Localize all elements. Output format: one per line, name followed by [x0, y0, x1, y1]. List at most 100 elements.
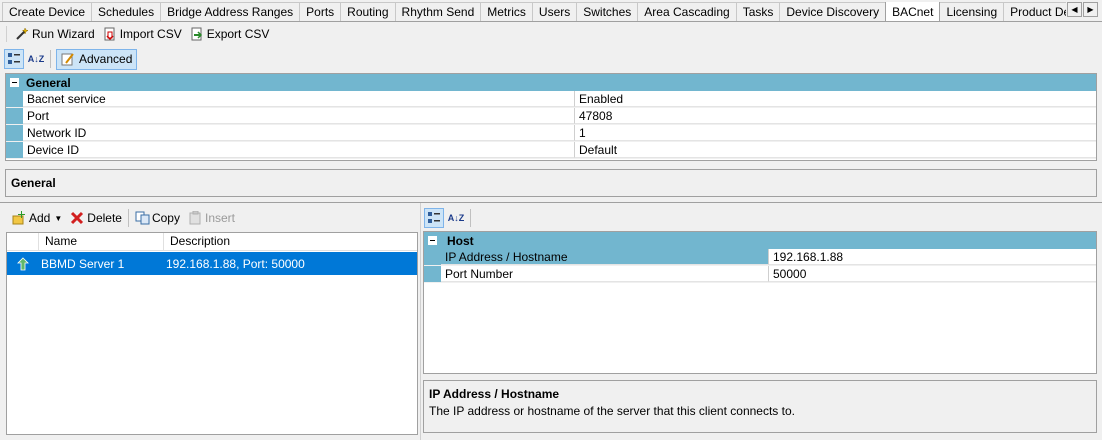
- export-csv-icon: [190, 27, 204, 41]
- edit-icon: [61, 53, 74, 66]
- collapse-icon[interactable]: [6, 74, 23, 91]
- tab-schedules[interactable]: Schedules: [91, 2, 162, 21]
- tab-metrics[interactable]: Metrics: [480, 2, 533, 21]
- property-value[interactable]: 192.168.1.88: [769, 249, 1096, 265]
- delete-button[interactable]: Delete: [66, 208, 126, 228]
- tab-bacnet[interactable]: BACnet: [885, 2, 941, 21]
- tab-switches[interactable]: Switches: [576, 2, 639, 21]
- vertical-splitter[interactable]: [420, 203, 421, 440]
- list-header: Name Description: [7, 233, 417, 251]
- property-value[interactable]: Default: [575, 142, 1096, 158]
- tab-users[interactable]: Users: [531, 2, 578, 21]
- sort-az-icon: A↓Z: [447, 213, 465, 223]
- category-host-label: Host: [447, 233, 474, 248]
- add-icon: [12, 211, 26, 225]
- categorized-icon: [428, 212, 440, 223]
- run-wizard-label: Run Wizard: [32, 27, 95, 41]
- categorized-view-button[interactable]: [424, 208, 444, 228]
- copy-button[interactable]: Copy: [131, 208, 184, 228]
- list-item-description: 192.168.1.88, Port: 50000: [166, 256, 305, 271]
- property-value[interactable]: Enabled: [575, 91, 1096, 107]
- dropdown-arrow-icon[interactable]: ▼: [54, 214, 62, 223]
- bacnet-property-grid: General Bacnet service Enabled Port 4780…: [5, 73, 1097, 161]
- tab-routing[interactable]: Routing: [340, 2, 396, 21]
- category-host[interactable]: Host: [424, 232, 1096, 249]
- property-name: Device ID: [23, 142, 575, 158]
- categorized-view-button[interactable]: [4, 49, 24, 69]
- property-value[interactable]: 1: [575, 125, 1096, 141]
- collapse-icon[interactable]: [424, 232, 441, 249]
- add-button[interactable]: Add ▼: [8, 208, 66, 228]
- list-item[interactable]: BBMD Server 1 192.168.1.88, Port: 50000: [7, 252, 417, 275]
- property-value[interactable]: 50000: [769, 266, 1096, 282]
- bbmd-toolbar: Add ▼ Delete Copy Insert: [8, 207, 239, 229]
- insert-icon: [188, 210, 202, 225]
- tab-scroll-right-button[interactable]: ▶: [1083, 2, 1098, 17]
- import-csv-label: Import CSV: [119, 27, 182, 41]
- tab-area-cascading[interactable]: Area Cascading: [637, 2, 737, 21]
- property-name: IP Address / Hostname: [441, 249, 769, 265]
- property-name: Network ID: [23, 125, 575, 141]
- tab-list: Create Device Schedules Bridge Address R…: [2, 2, 1066, 22]
- toolbar-grip: [6, 26, 7, 42]
- property-value[interactable]: 47808: [575, 108, 1096, 124]
- insert-button[interactable]: Insert: [184, 208, 239, 228]
- panel-splitter[interactable]: [0, 202, 1102, 203]
- insert-label: Insert: [204, 211, 235, 225]
- bbmd-server-list[interactable]: Name Description BBMD Server 1 192.168.1…: [6, 232, 418, 435]
- property-row-device-id[interactable]: Device ID Default: [6, 142, 1096, 159]
- property-grid-toolbar: A↓Z Advanced: [4, 47, 138, 71]
- property-row-port-number[interactable]: Port Number 50000: [424, 266, 1096, 283]
- tab-scroll-buttons: ◀ ▶: [1066, 2, 1098, 17]
- run-wizard-button[interactable]: Run Wizard: [11, 24, 99, 44]
- delete-label: Delete: [87, 211, 122, 225]
- tab-scroll-left-button[interactable]: ◀: [1067, 2, 1082, 17]
- alphabetical-view-button[interactable]: A↓Z: [26, 49, 46, 69]
- add-label: Add: [29, 211, 51, 225]
- host-property-grid: Host IP Address / Hostname 192.168.1.88 …: [423, 231, 1097, 374]
- tab-ports[interactable]: Ports: [299, 2, 342, 21]
- advanced-label: Advanced: [79, 52, 133, 66]
- description-title: General: [11, 176, 56, 190]
- property-row-ip-address[interactable]: IP Address / Hostname 192.168.1.88: [424, 249, 1096, 266]
- export-csv-label: Export CSV: [206, 27, 270, 41]
- categorized-icon: [8, 53, 20, 64]
- tab-tasks[interactable]: Tasks: [735, 2, 781, 21]
- advanced-button[interactable]: Advanced: [56, 48, 138, 70]
- host-description-panel: IP Address / Hostname The IP address or …: [423, 380, 1097, 433]
- description-title: IP Address / Hostname: [429, 387, 560, 401]
- column-header-name[interactable]: Name: [39, 233, 164, 250]
- tab-create-device[interactable]: Create Device: [2, 2, 93, 21]
- description-text: The IP address or hostname of the server…: [429, 404, 795, 418]
- column-header-description[interactable]: Description: [164, 233, 417, 250]
- wand-icon: [15, 27, 29, 41]
- property-description-panel: General: [5, 169, 1097, 197]
- export-csv-button[interactable]: Export CSV: [186, 24, 274, 44]
- import-csv-button[interactable]: Import CSV: [99, 24, 186, 44]
- icon-column-header: [7, 233, 39, 250]
- property-name: Bacnet service: [23, 91, 575, 107]
- property-row-network-id[interactable]: Network ID 1: [6, 125, 1096, 142]
- host-grid-toolbar: A↓Z: [424, 207, 473, 229]
- delete-icon: [70, 211, 84, 225]
- tab-licensing[interactable]: Licensing: [939, 2, 1005, 21]
- category-general-label: General: [26, 75, 71, 90]
- server-icon: [7, 252, 39, 275]
- list-item-name: BBMD Server 1: [41, 256, 125, 271]
- property-name: Port Number: [441, 266, 769, 282]
- tab-strip: Create Device Schedules Bridge Address R…: [0, 0, 1102, 22]
- property-row-bacnet-service[interactable]: Bacnet service Enabled: [6, 91, 1096, 108]
- copy-label: Copy: [151, 211, 180, 225]
- import-csv-icon: [103, 27, 117, 41]
- alphabetical-view-button[interactable]: A↓Z: [446, 208, 466, 228]
- toolbar-separator: [50, 50, 51, 68]
- category-general[interactable]: General: [6, 74, 1096, 91]
- toolbar-separator: [127, 209, 129, 227]
- tab-bridge-address-ranges[interactable]: Bridge Address Ranges: [160, 2, 301, 21]
- tab-rhythm-send[interactable]: Rhythm Send: [394, 2, 482, 21]
- toolbar-separator: [470, 209, 471, 227]
- sort-az-icon: A↓Z: [27, 54, 45, 64]
- tab-device-discovery[interactable]: Device Discovery: [779, 2, 887, 21]
- property-row-port[interactable]: Port 47808: [6, 108, 1096, 125]
- tab-product-details[interactable]: Product Details: [1003, 2, 1066, 21]
